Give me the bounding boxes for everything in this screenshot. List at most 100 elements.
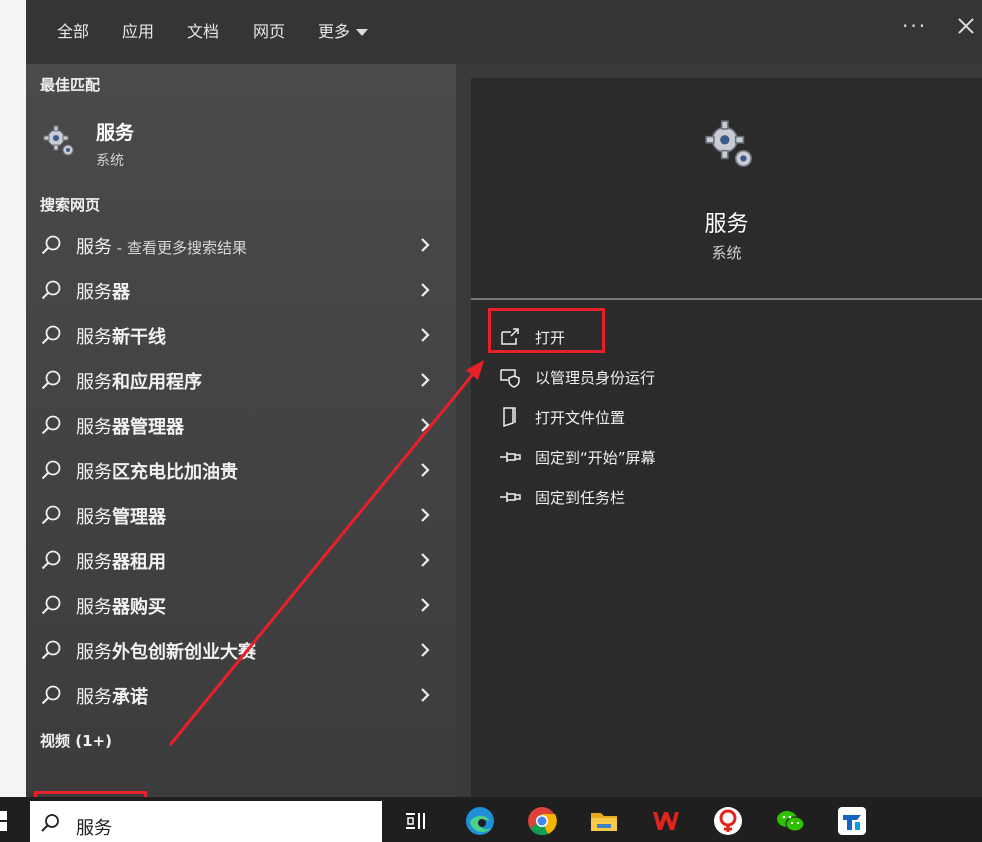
best-match-item[interactable]: 服务 系统	[26, 110, 456, 180]
run-as-admin-label: 以管理员身份运行	[535, 369, 656, 387]
search-icon	[41, 595, 61, 615]
search-flyout: 全部 应用 文档 网页 更多 ··· 最佳匹配 服务 系统 搜索网页 服务 - …	[26, 0, 982, 797]
web-suggestion-label: 服务 - 查看更多搜索结果	[76, 233, 247, 259]
best-match-header: 最佳匹配	[40, 76, 101, 94]
best-match-title: 服务	[96, 122, 135, 144]
search-query: 服务	[76, 818, 112, 839]
shield-icon	[500, 369, 520, 388]
web-suggestion-item[interactable]: 服务器租用	[26, 540, 456, 585]
web-suggestion-label: 服务器管理器	[76, 413, 184, 439]
videos-header: 视频 (1+)	[40, 732, 112, 750]
search-icon	[41, 550, 61, 570]
annotation-box-open	[488, 308, 605, 353]
desktop-edge	[0, 0, 26, 797]
web-suggestion-item[interactable]: 服务器管理器	[26, 405, 456, 450]
web-suggestion-item[interactable]: 服务 - 查看更多搜索结果	[26, 225, 456, 270]
web-suggestion-item[interactable]: 服务器购买	[26, 585, 456, 630]
web-suggestion-item[interactable]: 服务管理器	[26, 495, 456, 540]
chevron-right-icon	[421, 328, 430, 342]
search-icon	[41, 235, 61, 255]
search-icon	[41, 280, 61, 300]
taskbar-search-input[interactable]: 服务	[30, 801, 382, 842]
suggestion-prefix: 服务	[76, 642, 112, 663]
chevron-right-icon	[421, 598, 430, 612]
web-suggestion-item[interactable]: 服务外包创新创业大赛	[26, 630, 456, 675]
more-options-button[interactable]: ···	[902, 14, 927, 38]
wechat-icon[interactable]	[774, 805, 806, 837]
chevron-right-icon	[421, 553, 430, 567]
web-suggestion-label: 服务器购买	[76, 593, 166, 619]
search-icon	[41, 505, 61, 525]
file-explorer-icon[interactable]	[588, 805, 620, 837]
chevron-right-icon	[421, 508, 430, 522]
filter-bar: 全部 应用 文档 网页 更多 ···	[26, 0, 982, 64]
suggestion-prefix: 服务	[76, 282, 112, 303]
preview-title: 服务	[704, 212, 749, 237]
tab-more-label: 更多	[318, 22, 351, 41]
suggestion-bold: 新干线	[112, 327, 166, 348]
chevron-right-icon	[421, 238, 430, 252]
start-button[interactable]	[0, 811, 8, 831]
web-suggestion-item[interactable]: 服务器	[26, 270, 456, 315]
web-suggestion-label: 服务器	[76, 278, 130, 304]
suggestion-bold: 器租用	[112, 552, 166, 573]
wps-office-icon[interactable]	[650, 805, 682, 837]
chevron-right-icon	[421, 283, 430, 297]
suggestion-prefix: 服务	[76, 237, 112, 258]
services-gear-icon	[705, 120, 752, 167]
suggestion-prefix: 服务	[76, 462, 112, 483]
tab-apps[interactable]: 应用	[122, 18, 154, 42]
web-suggestion-item[interactable]: 服务新干线	[26, 315, 456, 360]
tab-documents[interactable]: 文档	[187, 18, 219, 42]
lanxin-app-icon[interactable]	[836, 805, 868, 837]
tab-more[interactable]: 更多	[318, 18, 369, 42]
web-suggestion-label: 服务承诺	[76, 683, 148, 709]
pin-to-taskbar-action[interactable]: 固定到任务栏	[499, 482, 799, 512]
chrome-browser-icon[interactable]	[526, 805, 558, 837]
suggestion-bold: 外包创新创业大赛	[112, 642, 256, 663]
suggestion-bold: 和应用程序	[112, 372, 202, 393]
search-icon	[41, 685, 61, 705]
suggestion-bold: 承诺	[112, 687, 148, 708]
tab-web[interactable]: 网页	[253, 18, 285, 42]
web-suggestion-label: 服务新干线	[76, 323, 166, 349]
suggestion-bold: 区充电比加油贵	[112, 462, 238, 483]
services-gear-icon	[43, 125, 74, 156]
web-suggestion-label: 服务区充电比加油贵	[76, 458, 238, 484]
open-file-location-action[interactable]: 打开文件位置	[499, 402, 799, 432]
search-icon	[41, 370, 61, 390]
suggestion-bold: 器管理器	[112, 417, 184, 438]
suggestion-suffix: - 查看更多搜索结果	[112, 239, 247, 257]
chevron-right-icon	[421, 688, 430, 702]
pin-icon	[500, 492, 521, 502]
suggestion-bold: 器购买	[112, 597, 166, 618]
search-icon	[41, 325, 61, 345]
preview-subtitle: 系统	[711, 244, 742, 262]
suggestion-prefix: 服务	[76, 687, 112, 708]
web-suggestion-item[interactable]: 服务和应用程序	[26, 360, 456, 405]
run-as-admin-action[interactable]: 以管理员身份运行	[499, 362, 799, 392]
chevron-right-icon	[421, 643, 430, 657]
chevron-right-icon	[421, 373, 430, 387]
best-match-subtitle: 系统	[96, 153, 124, 169]
close-button[interactable]	[954, 14, 978, 38]
task-view-icon[interactable]	[400, 805, 432, 837]
web-suggestion-label: 服务器租用	[76, 548, 166, 574]
suggestion-prefix: 服务	[76, 417, 112, 438]
web-suggestion-label: 服务和应用程序	[76, 368, 202, 394]
edge-browser-icon[interactable]	[464, 805, 496, 837]
web-suggestion-label: 服务外包创新创业大赛	[76, 638, 256, 664]
chevron-right-icon	[421, 418, 430, 432]
web-suggestion-item[interactable]: 服务区充电比加油贵	[26, 450, 456, 495]
tuba-app-icon[interactable]	[712, 805, 744, 837]
suggestion-bold: 管理器	[112, 507, 166, 528]
taskbar: 服务	[0, 797, 982, 842]
suggestion-prefix: 服务	[76, 552, 112, 573]
suggestion-prefix: 服务	[76, 327, 112, 348]
tab-all[interactable]: 全部	[57, 18, 89, 42]
web-suggestion-item[interactable]: 服务承诺	[26, 675, 456, 720]
web-suggestion-label: 服务管理器	[76, 503, 166, 529]
pin-to-start-action[interactable]: 固定到“开始”屏幕	[499, 442, 799, 472]
search-icon	[41, 415, 61, 435]
open-file-location-label: 打开文件位置	[535, 409, 626, 427]
